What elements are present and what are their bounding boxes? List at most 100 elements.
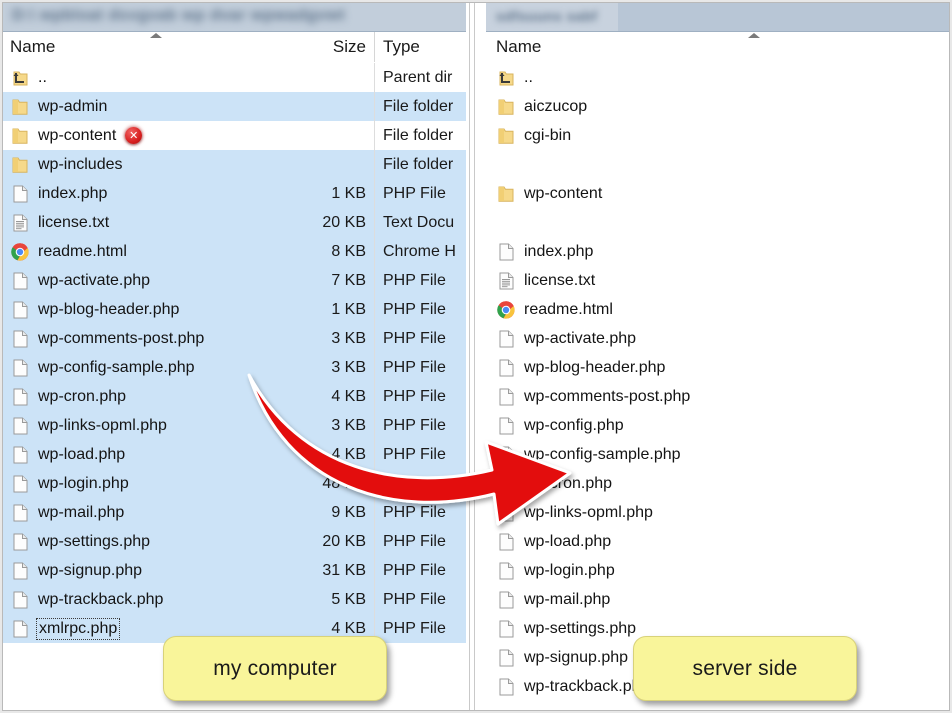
file-icon [496,387,516,407]
file-icon [496,590,516,610]
file-name-label: wp-config-sample.php [38,358,195,376]
table-row[interactable]: wp-login.php [486,556,952,585]
file-icon [10,271,30,291]
file-name-label: .. [38,68,47,86]
remote-file-list[interactable]: .. aiczucop cgi-bin wp-content index.php lice… [486,63,952,713]
file-name-cell: wp-activate.php [0,266,302,295]
file-name-cell: wp-login.php [486,556,952,585]
file-name-cell: wp-settings.php [0,527,302,556]
file-icon [496,561,516,581]
table-row[interactable]: wp-load.php 4 KB PHP File [0,440,466,469]
file-name-cell: license.txt [486,266,952,295]
file-name-label: wp-signup.php [524,648,629,666]
file-type-cell: File folder [374,150,466,179]
file-name-label: index.php [524,242,594,260]
text-file-icon [496,271,516,291]
file-type-cell: PHP File [374,411,466,440]
file-name-label: wp-blog-header.php [38,300,180,318]
file-name-label: wp-config-sample.php [524,445,681,463]
file-name-label: aiczucop [524,97,588,115]
table-row[interactable]: wp-settings.php 20 KB PHP File [0,527,466,556]
file-name-label: wp-links-opml.php [38,416,167,434]
parent-folder-icon [496,68,516,88]
file-name-label: wp-cron.php [524,474,613,492]
file-size-cell: 1 KB [331,300,366,318]
table-row[interactable]: index.php [486,237,952,266]
table-row[interactable]: wp-mail.php [486,585,952,614]
table-row[interactable]: wp-mail.php 9 KB PHP File [0,498,466,527]
table-row[interactable]: .. [486,63,952,92]
table-row[interactable]: wp-comments-post.php [486,382,952,411]
file-size-cell: 5 KB [331,590,366,608]
file-name-cell: wp-mail.php [486,585,952,614]
local-file-list[interactable]: .. Parent dir wp-admin File folder wp-conten… [0,63,466,713]
file-name-label: wp-load.php [38,445,126,463]
table-row[interactable]: wp-activate.php [486,324,952,353]
file-name-label: index.php [38,184,108,202]
table-row[interactable]: cgi-bin [486,121,952,150]
table-row[interactable]: license.txt 20 KB Text Docu [0,208,466,237]
file-icon [496,677,516,697]
file-size-cell: 7 KB [331,271,366,289]
table-row[interactable]: wp-login.php 48 KB PHP File [0,469,466,498]
column-header-type[interactable]: Type [374,32,466,62]
local-panel-left-border [0,31,1,713]
remote-column-header: Name [486,32,952,63]
table-row[interactable]: wp-config-sample.php 3 KB PHP File [0,353,466,382]
table-row[interactable]: wp-links-opml.php 3 KB PHP File [0,411,466,440]
local-panel-path-redacted: D:\ wpbloat dsvgvab wp dvar wpwadgvwt [12,6,346,24]
file-type-cell: PHP File [374,556,466,585]
file-name-cell [486,208,952,237]
table-row[interactable]: wp-cron.php [486,469,952,498]
table-row[interactable]: wp-includes File folder [0,150,466,179]
table-row[interactable]: wp-config.php [486,411,952,440]
table-row[interactable]: readme.html 8 KB Chrome H [0,237,466,266]
local-file-panel: D:\ wpbloat dsvgvab wp dvar wpwadgvwt Na… [0,0,466,713]
folder-icon [10,155,30,175]
folder-icon [496,97,516,117]
local-panel-titlebar[interactable]: D:\ wpbloat dsvgvab wp dvar wpwadgvwt [0,0,466,32]
table-row[interactable]: wp-cron.php 4 KB PHP File [0,382,466,411]
table-row[interactable]: wp-load.php [486,527,952,556]
table-row[interactable]: wp-content ✕ File folder [0,121,466,150]
file-type-cell: File folder [374,121,466,150]
file-icon [10,503,30,523]
file-name-cell: wp-config-sample.php [0,353,302,382]
error-badge-icon[interactable]: ✕ [125,127,143,144]
table-row[interactable]: wp-config-sample.php [486,440,952,469]
remote-file-panel: sdfsuuns sabf Name .. aiczucop cgi-bin wp-c… [486,0,952,713]
file-type-cell: PHP File [374,179,466,208]
table-row[interactable]: wp-links-opml.php [486,498,952,527]
file-icon [496,619,516,639]
column-header-name-remote[interactable]: Name [486,32,952,62]
table-row[interactable]: wp-admin File folder [0,92,466,121]
table-row[interactable]: readme.html [486,295,952,324]
file-name-label: wp-blog-header.php [524,358,666,376]
file-icon [496,474,516,494]
table-row[interactable]: wp-activate.php 7 KB PHP File [0,266,466,295]
file-icon [10,474,30,494]
panel-splitter[interactable] [466,0,486,713]
file-name-label: wp-config.php [524,416,624,434]
table-row[interactable]: wp-content [486,179,952,208]
table-row[interactable]: index.php 1 KB PHP File [0,179,466,208]
file-type-cell: PHP File [374,324,466,353]
file-name-label: wp-activate.php [524,329,637,347]
table-row[interactable]: wp-blog-header.php [486,353,952,382]
file-icon [10,619,30,639]
table-row[interactable]: wp-blog-header.php 1 KB PHP File [0,295,466,324]
table-row[interactable]: wp-trackback.php 5 KB PHP File [0,585,466,614]
table-row[interactable]: wp-signup.php 31 KB PHP File [0,556,466,585]
column-header-size[interactable]: Size [302,32,374,62]
file-size-cell [302,92,374,121]
chrome-icon [496,300,516,320]
file-name-cell: license.txt [0,208,302,237]
table-row[interactable]: license.txt [486,266,952,295]
remote-panel-titlebar[interactable]: sdfsuuns sabf [486,0,952,32]
table-row[interactable]: aiczucop [486,92,952,121]
file-name-label: wp-trackback.php [38,590,164,608]
table-row[interactable]: wp-comments-post.php 3 KB PHP File [0,324,466,353]
file-name-cell: wp-links-opml.php [0,411,302,440]
file-icon [496,648,516,668]
table-row[interactable]: .. Parent dir [0,63,466,92]
